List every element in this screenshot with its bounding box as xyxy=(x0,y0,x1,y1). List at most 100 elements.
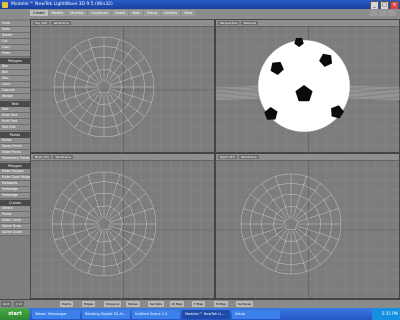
ball-edge xyxy=(73,229,100,267)
ball-edge xyxy=(250,194,286,221)
ball-edge xyxy=(296,194,332,221)
mode-button[interactable]: Modes xyxy=(126,301,140,307)
ball-edge xyxy=(110,226,154,241)
tab-multiply[interactable]: Multiply xyxy=(67,10,88,16)
app-icon xyxy=(2,1,8,8)
ball-edge xyxy=(88,39,103,81)
ball-edge xyxy=(56,71,98,86)
viewport-back[interactable]: Back (XY) Wireframe xyxy=(30,153,216,300)
window-title: Modeler™ NewTek LightWave 3D 9.5 (Win32) xyxy=(11,2,113,7)
taskbar-window-button[interactable]: Yahoo! Messenger xyxy=(32,309,80,319)
mode-button[interactable]: Sel Sets xyxy=(148,301,165,307)
ball-edge xyxy=(106,174,121,218)
ball-edge xyxy=(61,228,99,255)
ball-ring xyxy=(96,216,112,231)
tab-detail[interactable]: Detail xyxy=(112,10,129,16)
tab-construct[interactable]: Construct xyxy=(88,10,112,16)
tool-button[interactable] xyxy=(379,10,387,16)
viewport-top[interactable]: Top (XZ) Wireframe xyxy=(30,19,216,154)
mode-button[interactable]: Polygons xyxy=(104,301,122,307)
wireframe-ball xyxy=(53,36,155,138)
viewport-grid xyxy=(216,160,400,300)
viewport-canvas[interactable] xyxy=(31,160,216,300)
ball-edge xyxy=(109,57,145,84)
viewport-canvas[interactable] xyxy=(216,26,400,154)
sidebar-tool-button[interactable]: Wedge xyxy=(0,94,30,100)
mode-button[interactable]: T Map xyxy=(192,301,206,307)
tab-create[interactable]: Create xyxy=(30,10,48,16)
tab-setup[interactable]: Setup xyxy=(143,10,160,16)
mode-button[interactable]: W Map xyxy=(170,301,185,307)
ball-edge xyxy=(106,230,121,274)
ball-edge xyxy=(61,193,99,220)
system-tray-clock: 5:35 PM xyxy=(372,308,400,320)
ball-edge xyxy=(109,228,147,255)
grid-label: Grid xyxy=(1,301,12,307)
right-tools xyxy=(370,10,396,16)
tool-button[interactable] xyxy=(388,10,396,16)
projection-select[interactable]: Top (XZ) xyxy=(33,21,50,25)
sidebar-tool-button[interactable]: Parametric Points xyxy=(0,156,30,162)
ball-edge xyxy=(105,39,120,81)
ball-ring xyxy=(284,216,298,230)
ball-edge xyxy=(105,93,120,135)
shading-select[interactable]: Textured xyxy=(241,21,259,25)
ball-ring xyxy=(97,79,111,93)
ball-edge xyxy=(87,174,102,218)
taskbar-window-button[interactable]: Modeler™ NewTek LI... xyxy=(182,309,230,319)
ball-edge xyxy=(292,230,307,272)
ball-edge xyxy=(275,176,290,218)
ball-edge xyxy=(261,229,288,265)
tab-map[interactable]: Map xyxy=(129,10,143,16)
ball-edge xyxy=(108,229,135,267)
ball-edge xyxy=(109,90,145,117)
mode-button[interactable]: M Map xyxy=(214,301,228,307)
shading-select[interactable]: Wireframe xyxy=(239,155,259,159)
sidebar-tool-button[interactable]: Metaedge xyxy=(0,193,30,199)
ball-edge xyxy=(87,230,102,274)
tab-view[interactable]: View xyxy=(181,10,196,16)
sidebar-tool-button[interactable]: Text Edit xyxy=(0,125,30,131)
mode-button[interactable]: Edges xyxy=(82,301,96,307)
mode-button[interactable]: Surfaces xyxy=(236,301,253,307)
ball-edge xyxy=(107,92,134,128)
projection-select[interactable]: Right (ZY) xyxy=(218,155,238,159)
viewport-grid xyxy=(31,160,216,300)
mode-button[interactable]: Points xyxy=(60,301,74,307)
tool-sidebar: Undo Redo Delete Cut Copy Paste Polygon Box Ball… xyxy=(0,19,31,299)
title-bar: Modeler™ NewTek LightWave 3D 9.5 (Win32)… xyxy=(0,0,400,10)
tab-modify[interactable]: Modify xyxy=(48,10,67,16)
projection-select[interactable]: Back (XY) xyxy=(33,155,52,159)
tab-utilities[interactable]: Utilities xyxy=(160,10,181,16)
viewport-right[interactable]: Right (ZY) Wireframe xyxy=(215,153,400,300)
shading-select[interactable]: Wireframe xyxy=(51,21,72,25)
projection-select[interactable]: Perspective xyxy=(218,21,240,25)
shading-select[interactable]: Wireframe xyxy=(53,155,74,159)
ball-edge xyxy=(88,93,103,135)
taskbar-window-button[interactable]: Untitled Scene 1.0 xyxy=(132,309,180,319)
ball-edge xyxy=(294,183,321,219)
ball-edge xyxy=(296,227,332,254)
ball-edge xyxy=(74,92,101,128)
wireframe-ball xyxy=(51,171,157,277)
viewport-canvas[interactable] xyxy=(216,160,400,300)
grid-value: 1 m xyxy=(14,301,24,307)
windows-taskbar: start Yahoo! Messenger Rotating Digital 3… xyxy=(0,308,400,320)
ball-edge xyxy=(261,183,288,219)
tool-button[interactable] xyxy=(370,10,378,16)
ball-edge xyxy=(297,225,339,240)
sidebar-tool-button[interactable]: Spline Guide xyxy=(0,230,30,236)
sidebar-tool-button[interactable]: Paste xyxy=(0,51,30,57)
ball-edge xyxy=(275,230,290,272)
ball-edge xyxy=(292,176,307,218)
ball-edge xyxy=(109,193,147,220)
ball-edge xyxy=(250,227,286,254)
ball-edge xyxy=(294,229,321,265)
viewport-grid xyxy=(31,26,216,154)
viewport-canvas[interactable] xyxy=(31,26,216,154)
taskbar-window-button[interactable]: Setup xyxy=(232,309,280,319)
ball-edge xyxy=(243,225,285,240)
start-button[interactable]: start xyxy=(0,308,30,320)
viewport-perspective[interactable]: Perspective Textured xyxy=(215,19,400,154)
taskbar-window-button[interactable]: Rotating Digital 3D Ar... xyxy=(82,309,130,319)
